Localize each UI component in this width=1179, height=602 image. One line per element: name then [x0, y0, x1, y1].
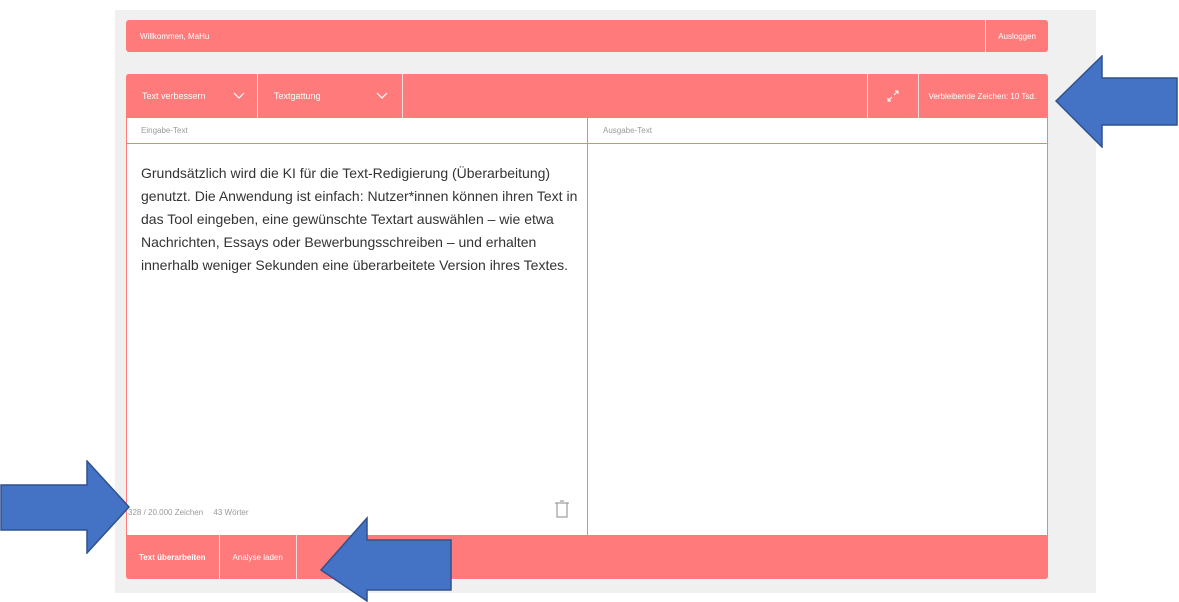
annotation-arrow-remaining — [1055, 55, 1178, 148]
genre-select[interactable]: Textgattung — [258, 74, 403, 118]
action-bar: Text überarbeiten Analyse laden — [126, 535, 1048, 579]
input-textarea[interactable]: Grundsätzlich wird die KI für die Text-R… — [141, 162, 581, 277]
genre-select-label: Textgattung — [274, 91, 321, 101]
annotation-arrow-counter — [0, 460, 130, 554]
welcome-text: Willkommen, MaHu — [140, 31, 210, 41]
editor-toolbar: Text verbessern Textgattung Verbleibende… — [126, 74, 1048, 118]
annotation-arrow-analysis — [320, 516, 452, 602]
input-pane-label: Eingabe-Text — [126, 118, 587, 144]
input-counter: 328 / 20.000 Zeichen 43 Wörter — [128, 508, 249, 517]
load-analysis-button[interactable]: Analyse laden — [220, 535, 297, 579]
revise-text-button[interactable]: Text überarbeiten — [126, 535, 220, 579]
mode-select-label: Text verbessern — [142, 91, 206, 101]
expand-icon — [887, 90, 899, 102]
character-count: 328 / 20.000 Zeichen — [128, 508, 204, 517]
editor-card: Text verbessern Textgattung Verbleibende… — [126, 74, 1048, 579]
text-panes: Eingabe-Text Ausgabe-Text Grundsätzlich … — [126, 118, 1048, 535]
remaining-characters: Verbleibende Zeichen: 10 Tsd. — [917, 74, 1048, 118]
output-area[interactable] — [588, 144, 1048, 535]
trash-icon[interactable] — [554, 500, 570, 518]
mode-select[interactable]: Text verbessern — [126, 74, 258, 118]
chevron-down-icon — [233, 92, 245, 99]
logout-button[interactable]: Ausloggen — [985, 20, 1048, 52]
top-bar: Willkommen, MaHu Ausloggen — [126, 20, 1048, 52]
expand-button[interactable] — [866, 74, 918, 118]
output-pane-label: Ausgabe-Text — [588, 118, 1048, 144]
word-count: 43 Wörter — [213, 508, 249, 517]
chevron-down-icon — [376, 92, 388, 99]
